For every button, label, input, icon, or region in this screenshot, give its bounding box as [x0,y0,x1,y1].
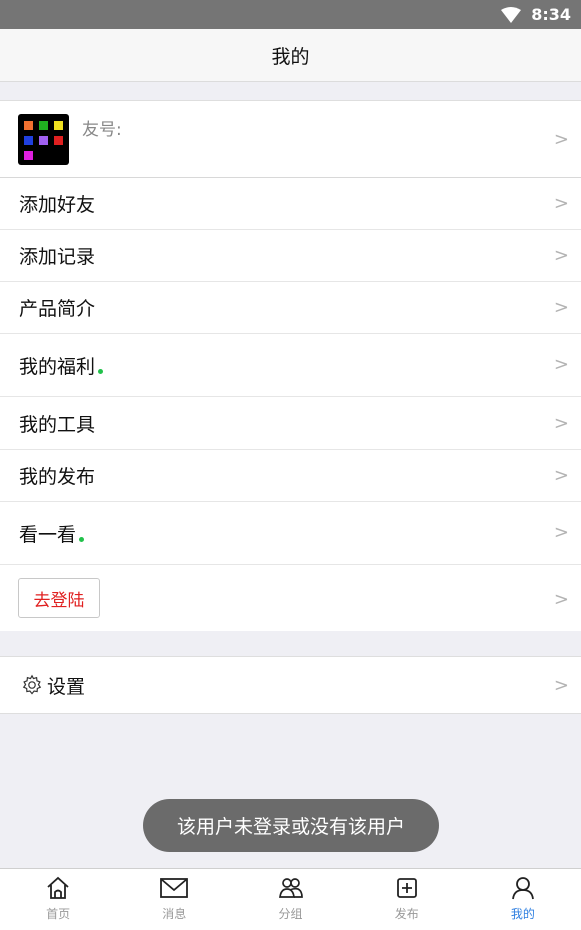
new-dot-badge [98,368,104,374]
chevron-right-icon: > [553,297,569,318]
chevron-right-icon: > [553,245,569,266]
login-button[interactable]: 去登陆 [18,578,100,618]
chevron-right-icon: > [553,412,569,434]
chevron-right-icon: > [553,522,569,543]
page-title: 我的 [271,45,310,68]
menu-item-label: 看一看 [19,523,77,546]
menu-item-my-posts[interactable]: 我的发布 > [0,450,581,501]
menu-item-label: 产品简介 [19,298,96,320]
bottom-tab-bar: 首页 消息 分组 发布 我的 [0,868,581,930]
group-icon [278,878,303,898]
tab-label: 分组 [278,907,303,921]
settings-label: 设置 [47,675,86,698]
avatar [18,114,69,165]
menu-item-label: 添加好友 [19,194,96,216]
add-square-icon [396,878,417,898]
profile-row[interactable]: 友号: > [0,100,581,178]
menu-item-add-record[interactable]: 添加记录 > [0,230,581,281]
tab-publish[interactable]: 发布 [349,869,465,930]
chevron-right-icon: > [553,354,569,375]
tab-messages[interactable]: 消息 [116,869,232,930]
tab-label: 我的 [510,907,535,921]
status-bar: 8:34 [0,0,581,29]
toast-message: 该用户未登录或没有该用户 [143,799,439,852]
tab-home[interactable]: 首页 [0,869,116,930]
menu-item-product-intro[interactable]: 产品简介 > [0,282,581,333]
page-header: 我的 [0,29,581,82]
mail-icon [160,878,189,898]
friend-id-label: 友号: [82,120,122,140]
tab-label: 首页 [46,907,71,921]
menu-item-label: 添加记录 [19,246,96,268]
chevron-right-icon: > [553,193,569,214]
tab-mine[interactable]: 我的 [465,869,581,930]
chevron-right-icon: > [553,128,569,150]
menu-item-add-friend[interactable]: 添加好友 > [0,178,581,229]
chevron-right-icon: > [553,589,569,610]
chevron-right-icon: > [553,674,569,696]
status-time: 8:34 [531,5,571,24]
menu-item-my-tools[interactable]: 我的工具 > [0,397,581,449]
chevron-right-icon: > [553,465,569,486]
login-row: 去登陆 > [0,565,581,631]
person-icon [512,877,534,900]
wifi-icon [501,6,522,23]
tab-label: 发布 [394,907,419,921]
tab-label: 消息 [162,907,187,921]
home-icon [47,876,69,899]
menu-item-look[interactable]: 看一看 > [0,502,581,564]
gear-icon [22,674,42,695]
menu-item-label: 我的工具 [19,413,96,436]
menu-item-label: 我的发布 [19,466,96,488]
menu-item-my-benefits[interactable]: 我的福利 > [0,334,581,396]
menu-item-label: 我的福利 [19,355,96,378]
settings-row[interactable]: 设置 > [0,656,581,714]
new-dot-badge [79,536,85,542]
tab-groups[interactable]: 分组 [232,869,348,930]
